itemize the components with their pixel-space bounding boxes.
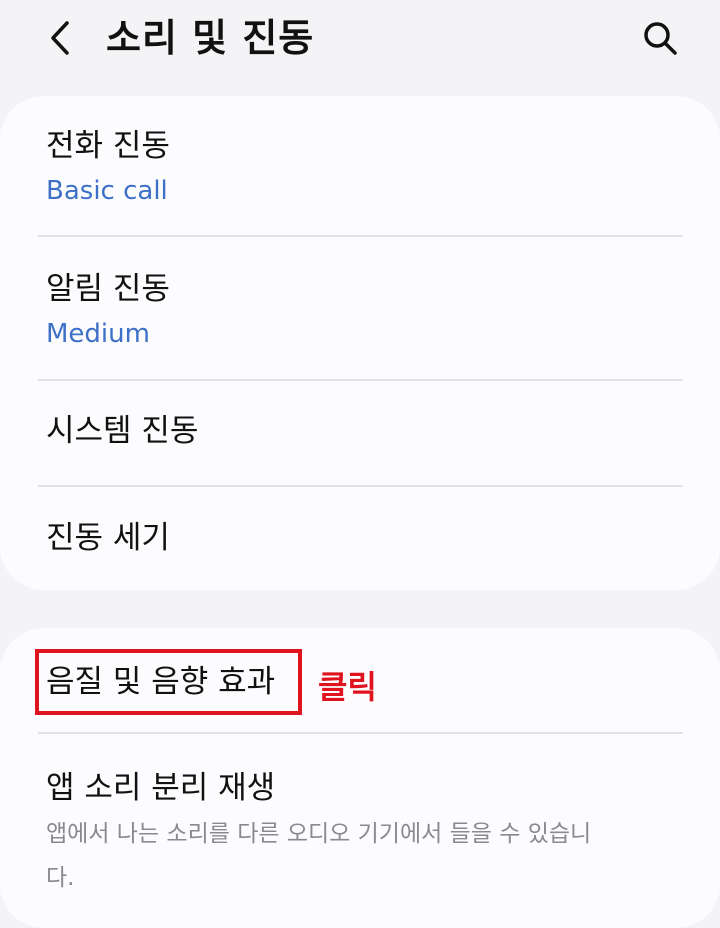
click-annotation: 클릭 [318, 668, 377, 706]
highlight-box [35, 649, 302, 715]
notification-vibration-title: 알림 진동 [46, 271, 170, 307]
list-item-separate-app-sound[interactable]: 앱 소리 분리 재생 앱에서 나는 소리를 다른 오디오 기기에서 들을 수 있… [0, 734, 720, 928]
list-item-notification-vibration[interactable]: 알림 진동 Medium [0, 237, 720, 379]
call-vibration-value: Basic call [46, 176, 168, 206]
separate-app-sound-description: 앱에서 나는 소리를 다른 오디오 기기에서 들을 수 있습니다. [46, 821, 592, 891]
chevron-left-icon [51, 21, 69, 55]
list-item-vibration-intensity[interactable]: 진동 세기 [0, 487, 720, 590]
back-button[interactable] [36, 14, 84, 62]
page-title: 소리 및 진동 [106, 16, 315, 60]
search-icon [644, 22, 677, 55]
call-vibration-title: 전화 진동 [46, 128, 170, 164]
search-button[interactable] [636, 14, 684, 62]
notification-vibration-value: Medium [46, 319, 150, 349]
vibration-intensity-title: 진동 세기 [46, 520, 170, 556]
list-item-call-vibration[interactable]: 전화 진동 Basic call [0, 96, 720, 236]
list-item-system-vibration[interactable]: 시스템 진동 [0, 381, 720, 485]
system-vibration-title: 시스템 진동 [46, 413, 199, 449]
app-bar: 소리 및 진동 [0, 0, 720, 90]
vibration-settings-card: 전화 진동 Basic call 알림 진동 Medium 시스템 진동 진동 … [0, 96, 720, 590]
separate-app-sound-title: 앱 소리 분리 재생 [46, 770, 276, 806]
